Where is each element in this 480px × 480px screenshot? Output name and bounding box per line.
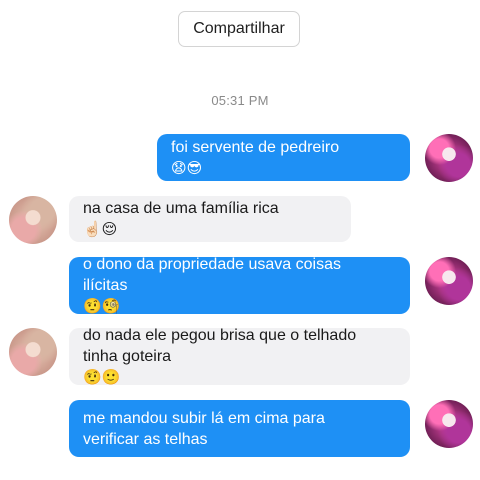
message-text: na casa de uma família rica bbox=[83, 200, 279, 217]
message-text-line: tinha goteira bbox=[83, 348, 172, 365]
message-emoji: ☝🏻😌 bbox=[83, 220, 118, 238]
message-text-line: ilícitas bbox=[83, 277, 128, 294]
outgoing-message[interactable]: o dono da propriedade usava coisas ilíci… bbox=[69, 256, 410, 315]
contact-avatar[interactable] bbox=[9, 196, 57, 244]
message-text-line: verificar as telhas bbox=[83, 430, 208, 448]
message-text-line: o dono da propriedade usava coisas bbox=[83, 256, 341, 273]
message-timestamp: 05:31 PM bbox=[211, 93, 269, 108]
self-avatar[interactable] bbox=[425, 257, 473, 305]
incoming-message[interactable]: do nada ele pegou brisa que o telhado ti… bbox=[69, 327, 410, 386]
self-avatar[interactable] bbox=[425, 400, 473, 448]
message-text: foi servente de pedreiro bbox=[171, 138, 340, 156]
incoming-message[interactable]: na casa de uma família rica ☝🏻😌 bbox=[69, 196, 351, 242]
message-emoji: 🤨🙂 bbox=[83, 368, 121, 386]
message-emoji: 😧😎 bbox=[171, 158, 203, 177]
contact-avatar[interactable] bbox=[9, 328, 57, 376]
outgoing-message[interactable]: me mandou subir lá em cima para verifica… bbox=[69, 400, 410, 457]
share-button-label: Compartilhar bbox=[193, 20, 285, 37]
self-avatar[interactable] bbox=[425, 134, 473, 182]
share-button[interactable]: Compartilhar bbox=[178, 11, 300, 47]
message-text-line: me mandou subir lá em cima para bbox=[83, 409, 325, 427]
message-emoji: 🤨🧐 bbox=[83, 297, 121, 315]
outgoing-message[interactable]: foi servente de pedreiro 😧😎 bbox=[157, 134, 410, 181]
message-text-line: do nada ele pegou brisa que o telhado bbox=[83, 327, 357, 344]
